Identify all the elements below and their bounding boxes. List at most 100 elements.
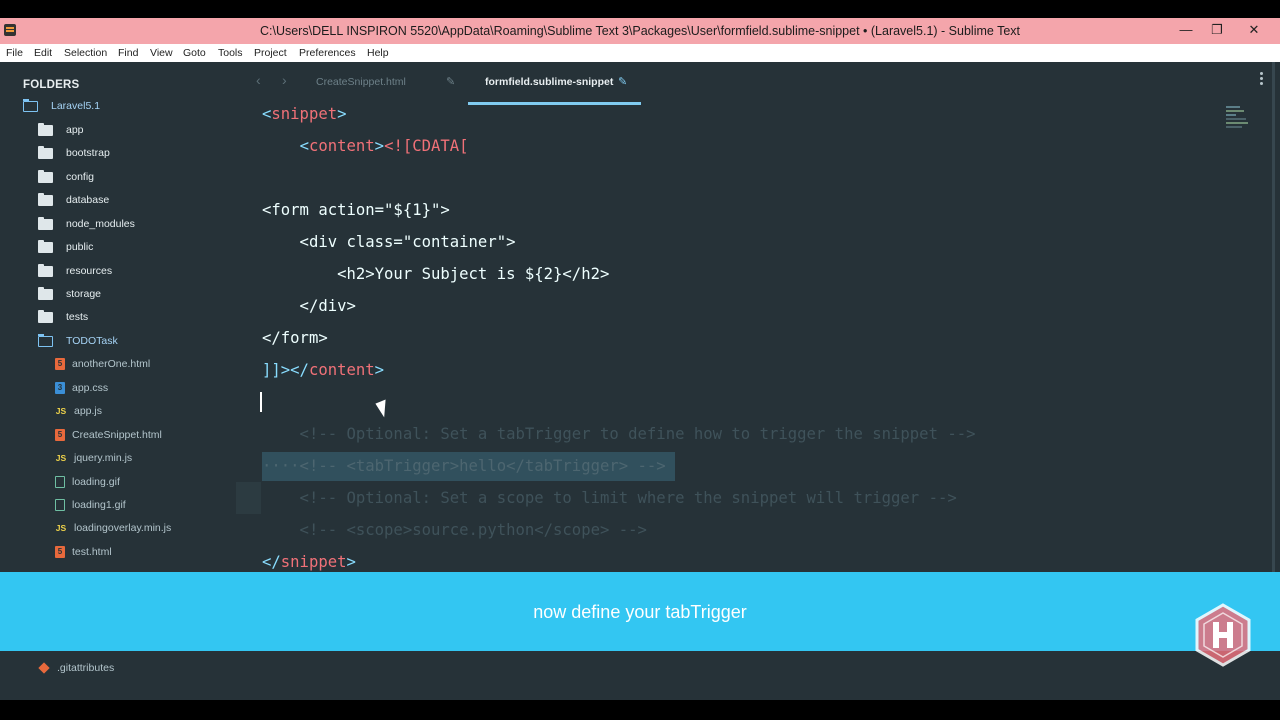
sidebar-item-public[interactable]: public: [38, 237, 93, 257]
more-vertical-icon[interactable]: [1260, 72, 1263, 75]
folder-icon: [38, 145, 53, 159]
menu-bar: File Edit Selection Find View Goto Tools…: [0, 44, 1280, 62]
folder-icon: [38, 286, 53, 300]
js-icon: JS: [55, 406, 67, 416]
folder-icon: [38, 122, 53, 136]
sidebar-item-bootstrap[interactable]: bootstrap: [38, 143, 110, 163]
sidebar-file-label: app.js: [74, 405, 103, 417]
sidebar-item-label: database: [66, 194, 110, 206]
sidebar-file-label: anotherOne.html: [72, 358, 151, 370]
sidebar-item-todotask[interactable]: TODOTask: [37, 331, 118, 351]
close-button[interactable]: ✕: [1240, 20, 1268, 40]
sidebar-item-config[interactable]: config: [38, 167, 94, 187]
sidebar-file-label: jquery.min.js: [74, 452, 133, 464]
sidebar-item-label: Laravel5.1: [51, 100, 101, 112]
code-line-4: <form action="${1}">: [262, 201, 450, 219]
code-token: content: [308, 361, 375, 379]
sidebar-file-label: .gitattributes: [57, 662, 115, 674]
sidebar-file-label: CreateSnippet.html: [72, 429, 162, 441]
code-token: snippet: [280, 553, 347, 571]
code-token: <![CDATA[: [384, 137, 469, 155]
sidebar-item-label: app: [66, 124, 84, 136]
folders-header: FOLDERS: [23, 79, 80, 91]
menu-edit[interactable]: Edit: [34, 47, 52, 59]
bottom-black-strip: [0, 700, 1280, 720]
sidebar-file-createsnippet[interactable]: 5 CreateSnippet.html: [55, 425, 162, 445]
folder-icon: [38, 216, 53, 230]
menu-find[interactable]: Find: [118, 47, 138, 59]
image-icon: [55, 476, 65, 488]
menu-goto[interactable]: Goto: [183, 47, 206, 59]
code-line-14: <!-- <scope>source.python</scope> -->: [262, 521, 647, 539]
folder-open-icon: [22, 98, 38, 112]
menu-help[interactable]: Help: [367, 47, 389, 59]
code-line-1: <snippet>: [262, 105, 347, 123]
tab-createsnippet[interactable]: CreateSnippet.html: [316, 76, 406, 88]
sidebar-item-label: storage: [66, 288, 102, 300]
code-line-12: ····<!-- <tabTrigger>hello</tabTrigger> …: [262, 457, 666, 475]
git-icon: [38, 662, 50, 674]
js-icon: JS: [55, 453, 67, 463]
sidebar-file-gitattributes[interactable]: .gitattributes: [38, 662, 115, 674]
sidebar-file-loading-gif[interactable]: loading.gif: [55, 472, 120, 492]
scrollbar[interactable]: [1272, 62, 1275, 572]
code-line-8: </form>: [262, 329, 328, 347]
text-caret: [260, 392, 262, 412]
sidebar-root-laravel[interactable]: Laravel5.1: [22, 96, 101, 116]
sidebar-item-tests[interactable]: tests: [38, 307, 88, 327]
code-token: snippet: [271, 105, 338, 123]
sidebar-item-resources[interactable]: resources: [38, 261, 112, 281]
title-bar: C:\Users\DELL INSPIRON 5520\AppData\Roam…: [0, 18, 1280, 44]
code-line-2: <content><![CDATA[: [299, 137, 469, 155]
caption-text: now define your tabTrigger: [533, 602, 747, 622]
maximize-button[interactable]: ❐: [1203, 20, 1231, 40]
chevron-right-icon[interactable]: ›: [282, 72, 287, 88]
sidebar-item-node-modules[interactable]: node_modules: [38, 214, 135, 234]
sidebar-file-loading1-gif[interactable]: loading1.gif: [55, 495, 126, 515]
folder-open-icon: [37, 333, 53, 347]
sidebar-item-app[interactable]: app: [38, 120, 84, 140]
code-line-5: <div class="container">: [262, 233, 516, 251]
pencil-icon: ✎: [618, 76, 628, 88]
sidebar-item-label: public: [66, 241, 94, 253]
folder-icon: [38, 239, 53, 253]
top-black-strip: [0, 0, 1280, 18]
code-line-6: <h2>Your Subject is ${2}</h2>: [262, 265, 610, 283]
folder-icon: [38, 169, 53, 183]
sidebar-item-label: TODOTask: [66, 335, 118, 347]
menu-selection[interactable]: Selection: [64, 47, 107, 59]
sidebar-file-label: app.css: [72, 382, 109, 394]
sidebar: FOLDERS Laravel5.1 app bootstrap config …: [0, 62, 246, 572]
hex-logo-icon: [1195, 603, 1251, 667]
menu-view[interactable]: View: [150, 47, 173, 59]
menu-project[interactable]: Project: [254, 47, 287, 59]
sidebar-file-app-js[interactable]: JS app.js: [55, 401, 102, 421]
image-icon: [55, 499, 65, 511]
js-icon: JS: [55, 523, 67, 533]
minimize-button[interactable]: —: [1172, 20, 1200, 40]
sidebar-item-label: resources: [66, 265, 113, 277]
code-line-13: <!-- Optional: Set a scope to limit wher…: [262, 489, 957, 507]
sidebar-file-loadingoverlay[interactable]: JS loadingoverlay.min.js: [55, 518, 171, 538]
menu-file[interactable]: File: [6, 47, 23, 59]
html5-icon: 5: [55, 358, 65, 370]
sidebar-item-label: bootstrap: [66, 147, 110, 159]
sidebar-file-label: loadingoverlay.min.js: [74, 522, 172, 534]
chevron-left-icon[interactable]: ‹: [256, 72, 261, 88]
sidebar-file-anotherone[interactable]: 5 anotherOne.html: [55, 354, 150, 374]
minimap[interactable]: [1226, 106, 1250, 136]
sidebar-file-jquery[interactable]: JS jquery.min.js: [55, 448, 132, 468]
sidebar-file-label: test.html: [72, 546, 112, 558]
code-line-7: </div>: [262, 297, 356, 315]
sidebar-item-database[interactable]: database: [38, 190, 109, 210]
sidebar-file-app-css[interactable]: 3 app.css: [55, 378, 108, 398]
sidebar-file-test-html[interactable]: 5 test.html: [55, 542, 112, 562]
tab-formfield-snippet[interactable]: formfield.sublime-snippet: [485, 76, 613, 88]
sidebar-file-label: loading.gif: [72, 476, 120, 488]
menu-preferences[interactable]: Preferences: [299, 47, 356, 59]
sidebar-item-storage[interactable]: storage: [38, 284, 101, 304]
code-line-9: ]]></content>: [262, 361, 385, 379]
menu-tools[interactable]: Tools: [218, 47, 243, 59]
active-tab-indicator: [468, 102, 641, 105]
window-title: C:\Users\DELL INSPIRON 5520\AppData\Roam…: [259, 24, 1021, 38]
